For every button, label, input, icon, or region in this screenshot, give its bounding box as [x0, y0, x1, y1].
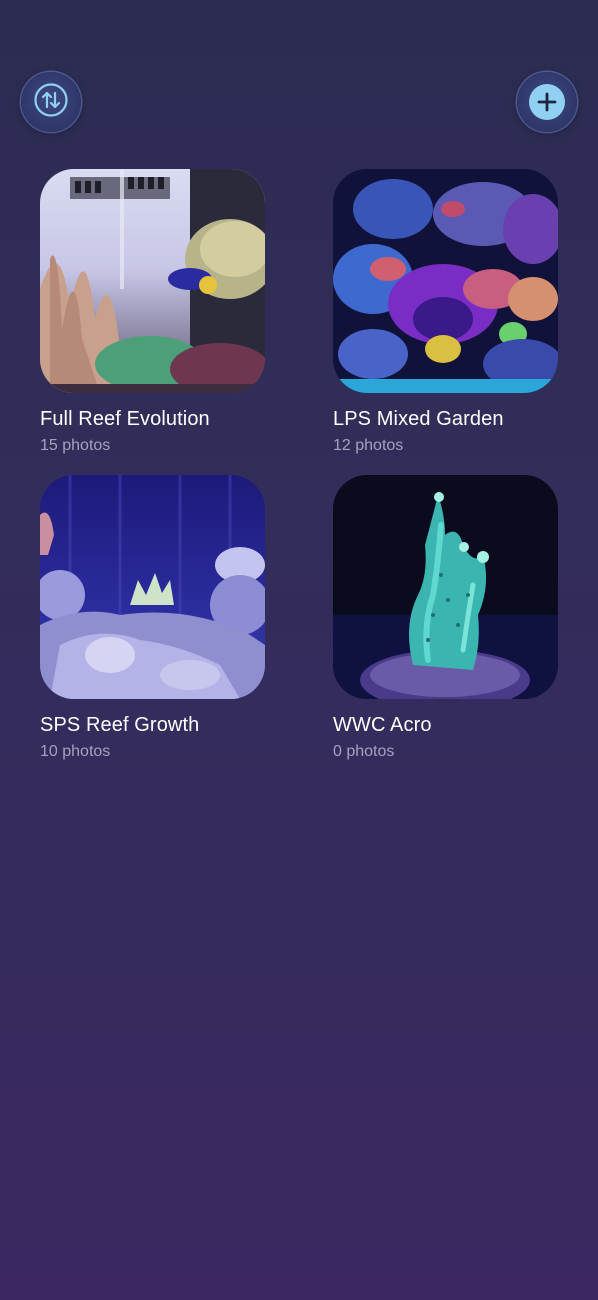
- album-thumbnail: [40, 169, 265, 393]
- album-card[interactable]: WWC Acro 0 photos: [333, 475, 558, 762]
- sort-button[interactable]: [21, 72, 81, 132]
- album-thumbnail: [333, 475, 558, 699]
- album-title: Full Reef Evolution: [40, 408, 210, 430]
- album-card[interactable]: SPS Reef Growth 10 photos: [40, 475, 265, 762]
- album-card[interactable]: LPS Mixed Garden 12 photos: [333, 169, 558, 456]
- plus-icon: [529, 84, 565, 120]
- sort-arrows-icon: [33, 82, 69, 123]
- top-toolbar: [21, 72, 577, 134]
- album-title: SPS Reef Growth: [40, 714, 200, 736]
- album-thumbnail: [333, 169, 558, 393]
- album-photo-count: 10 photos: [40, 743, 111, 760]
- album-photo-count: 12 photos: [333, 437, 404, 454]
- album-thumbnail: [40, 475, 265, 699]
- album-photo-count: 0 photos: [333, 743, 395, 760]
- album-photo-count: 15 photos: [40, 437, 111, 454]
- album-title: WWC Acro: [333, 714, 432, 736]
- add-album-button[interactable]: [517, 72, 577, 132]
- album-card[interactable]: Full Reef Evolution 15 photos: [40, 169, 265, 456]
- album-title: LPS Mixed Garden: [333, 408, 504, 430]
